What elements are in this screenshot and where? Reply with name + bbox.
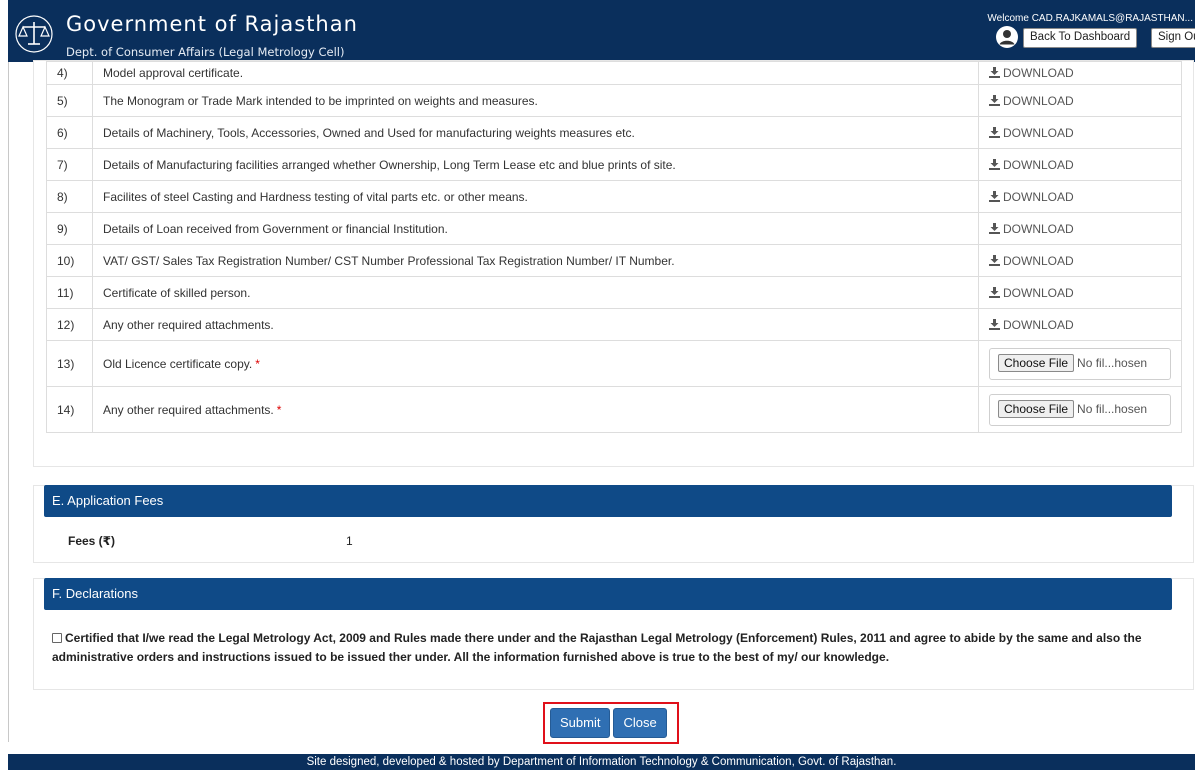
row-number: 5) xyxy=(46,84,93,117)
document-label: Details of Loan received from Government… xyxy=(92,212,979,245)
fees-value: 1 xyxy=(346,534,353,548)
download-icon xyxy=(989,158,1000,170)
table-row: 10) VAT/ GST/ Sales Tax Registration Num… xyxy=(46,244,1182,277)
required-marker: * xyxy=(276,402,282,417)
download-label: DOWNLOAD xyxy=(1003,221,1074,236)
document-label-cell: Any other required attachments. * xyxy=(92,386,979,433)
row-number: 14) xyxy=(46,386,93,433)
site-subtitle: Dept. of Consumer Affairs (Legal Metrolo… xyxy=(66,45,345,59)
row-number: 10) xyxy=(46,244,93,277)
download-icon xyxy=(989,286,1000,298)
row-number: 12) xyxy=(46,308,93,341)
application-fees-panel: E. Application Fees Fees (₹) 1 xyxy=(33,485,1194,563)
download-icon xyxy=(989,254,1000,266)
download-icon xyxy=(989,190,1000,202)
choose-file-button[interactable]: Choose File xyxy=(998,399,1075,418)
document-label: VAT/ GST/ Sales Tax Registration Number/… xyxy=(92,244,979,277)
download-icon xyxy=(989,318,1000,330)
declaration-text: Certified that I/we read the Legal Metro… xyxy=(52,631,1142,664)
table-row: 8) Facilites of steel Casting and Hardne… xyxy=(46,180,1182,213)
application-fees-heading: E. Application Fees xyxy=(44,485,1172,517)
file-status: No fil...hosen xyxy=(1077,401,1148,416)
table-row: 12) Any other required attachments. DOWN… xyxy=(46,308,1182,341)
site-title: Government of Rajasthan xyxy=(66,12,358,36)
download-icon xyxy=(989,94,1000,106)
download-label: DOWNLOAD xyxy=(1003,189,1074,204)
declarations-panel: F. Declarations Certified that I/we read… xyxy=(33,578,1194,690)
other-attachments-file-input[interactable]: Choose File No fil...hosen xyxy=(989,393,1171,426)
row-number: 8) xyxy=(46,180,93,213)
row-number: 9) xyxy=(46,212,93,245)
table-row: 13) Old Licence certificate copy. * Choos… xyxy=(46,340,1182,387)
download-icon xyxy=(989,126,1000,138)
documents-table: 4) Model approval certificate. DOWNLOAD … xyxy=(46,61,1182,433)
table-row: 14) Any other required attachments. * Cho… xyxy=(46,386,1182,433)
document-label: Old Licence certificate copy. xyxy=(103,356,253,371)
download-link[interactable]: DOWNLOAD xyxy=(989,286,1074,300)
declaration-statement: Certified that I/we read the Legal Metro… xyxy=(52,629,1172,667)
site-footer: Site designed, developed & hosted by Dep… xyxy=(8,754,1195,770)
row-number: 6) xyxy=(46,116,93,149)
close-button[interactable]: Close xyxy=(613,708,667,738)
submit-button[interactable]: Submit xyxy=(550,708,611,738)
download-label: DOWNLOAD xyxy=(1003,157,1074,172)
download-link[interactable]: DOWNLOAD xyxy=(989,190,1074,204)
required-marker: * xyxy=(255,356,260,371)
download-icon xyxy=(989,222,1000,234)
document-label-cell: Old Licence certificate copy. * xyxy=(92,340,979,387)
document-label: Any other required attachments. xyxy=(92,308,979,341)
row-number: 4) xyxy=(46,61,93,85)
document-label: Certificate of skilled person. xyxy=(92,276,979,309)
download-link[interactable]: DOWNLOAD xyxy=(989,66,1074,80)
table-row: 6) Details of Machinery, Tools, Accessor… xyxy=(46,116,1182,149)
sign-out-button[interactable]: Sign Out xyxy=(1151,28,1195,48)
download-link[interactable]: DOWNLOAD xyxy=(989,158,1074,172)
main-content: 4) Model approval certificate. DOWNLOAD … xyxy=(8,60,1195,744)
row-number: 7) xyxy=(46,148,93,181)
top-header: Government of Rajasthan Dept. of Consume… xyxy=(8,0,1195,62)
declarations-heading: F. Declarations xyxy=(44,578,1172,610)
table-row: 5) The Monogram or Trade Mark intended t… xyxy=(46,84,1182,117)
document-label: Any other required attachments. xyxy=(103,402,274,417)
fees-label: Fees (₹) xyxy=(68,534,116,548)
form-actions: Submit Close xyxy=(543,702,679,744)
download-label: DOWNLOAD xyxy=(1003,66,1074,80)
download-label: DOWNLOAD xyxy=(1003,253,1074,268)
download-link[interactable]: DOWNLOAD xyxy=(989,254,1074,268)
download-label: DOWNLOAD xyxy=(1003,317,1074,332)
download-link[interactable]: DOWNLOAD xyxy=(989,318,1074,332)
table-row: 11) Certificate of skilled person. DOWNL… xyxy=(46,276,1182,309)
back-to-dashboard-button[interactable]: Back To Dashboard xyxy=(1023,28,1138,48)
download-link[interactable]: DOWNLOAD xyxy=(989,222,1074,236)
download-label: DOWNLOAD xyxy=(1003,285,1074,300)
table-row: 4) Model approval certificate. DOWNLOAD xyxy=(46,61,1182,85)
choose-file-button[interactable]: Choose File xyxy=(998,353,1075,372)
document-label: Details of Manufacturing facilities arra… xyxy=(92,148,979,181)
scales-emblem-icon xyxy=(15,15,53,53)
document-label: Model approval certificate. xyxy=(92,61,979,85)
table-row: 9) Details of Loan received from Governm… xyxy=(46,212,1182,245)
documents-panel: 4) Model approval certificate. DOWNLOAD … xyxy=(33,60,1194,467)
document-label: Details of Machinery, Tools, Accessories… xyxy=(92,116,979,149)
declaration-checkbox[interactable] xyxy=(52,633,62,643)
file-status: No fil...hosen xyxy=(1077,355,1148,370)
download-link[interactable]: DOWNLOAD xyxy=(989,126,1074,140)
download-link[interactable]: DOWNLOAD xyxy=(989,94,1074,108)
row-number: 13) xyxy=(46,340,93,387)
welcome-text: Welcome CAD.RAJKAMALS@RAJASTHAN... xyxy=(987,13,1193,24)
document-label: Facilites of steel Casting and Hardness … xyxy=(92,180,979,213)
user-avatar-icon xyxy=(996,26,1018,48)
old-licence-file-input[interactable]: Choose File No fil...hosen xyxy=(989,347,1171,380)
download-label: DOWNLOAD xyxy=(1003,125,1074,140)
table-row: 7) Details of Manufacturing facilities a… xyxy=(46,148,1182,181)
download-label: DOWNLOAD xyxy=(1003,93,1074,108)
row-number: 11) xyxy=(46,276,93,309)
document-label: The Monogram or Trade Mark intended to b… xyxy=(92,84,979,117)
download-icon xyxy=(989,67,1000,78)
